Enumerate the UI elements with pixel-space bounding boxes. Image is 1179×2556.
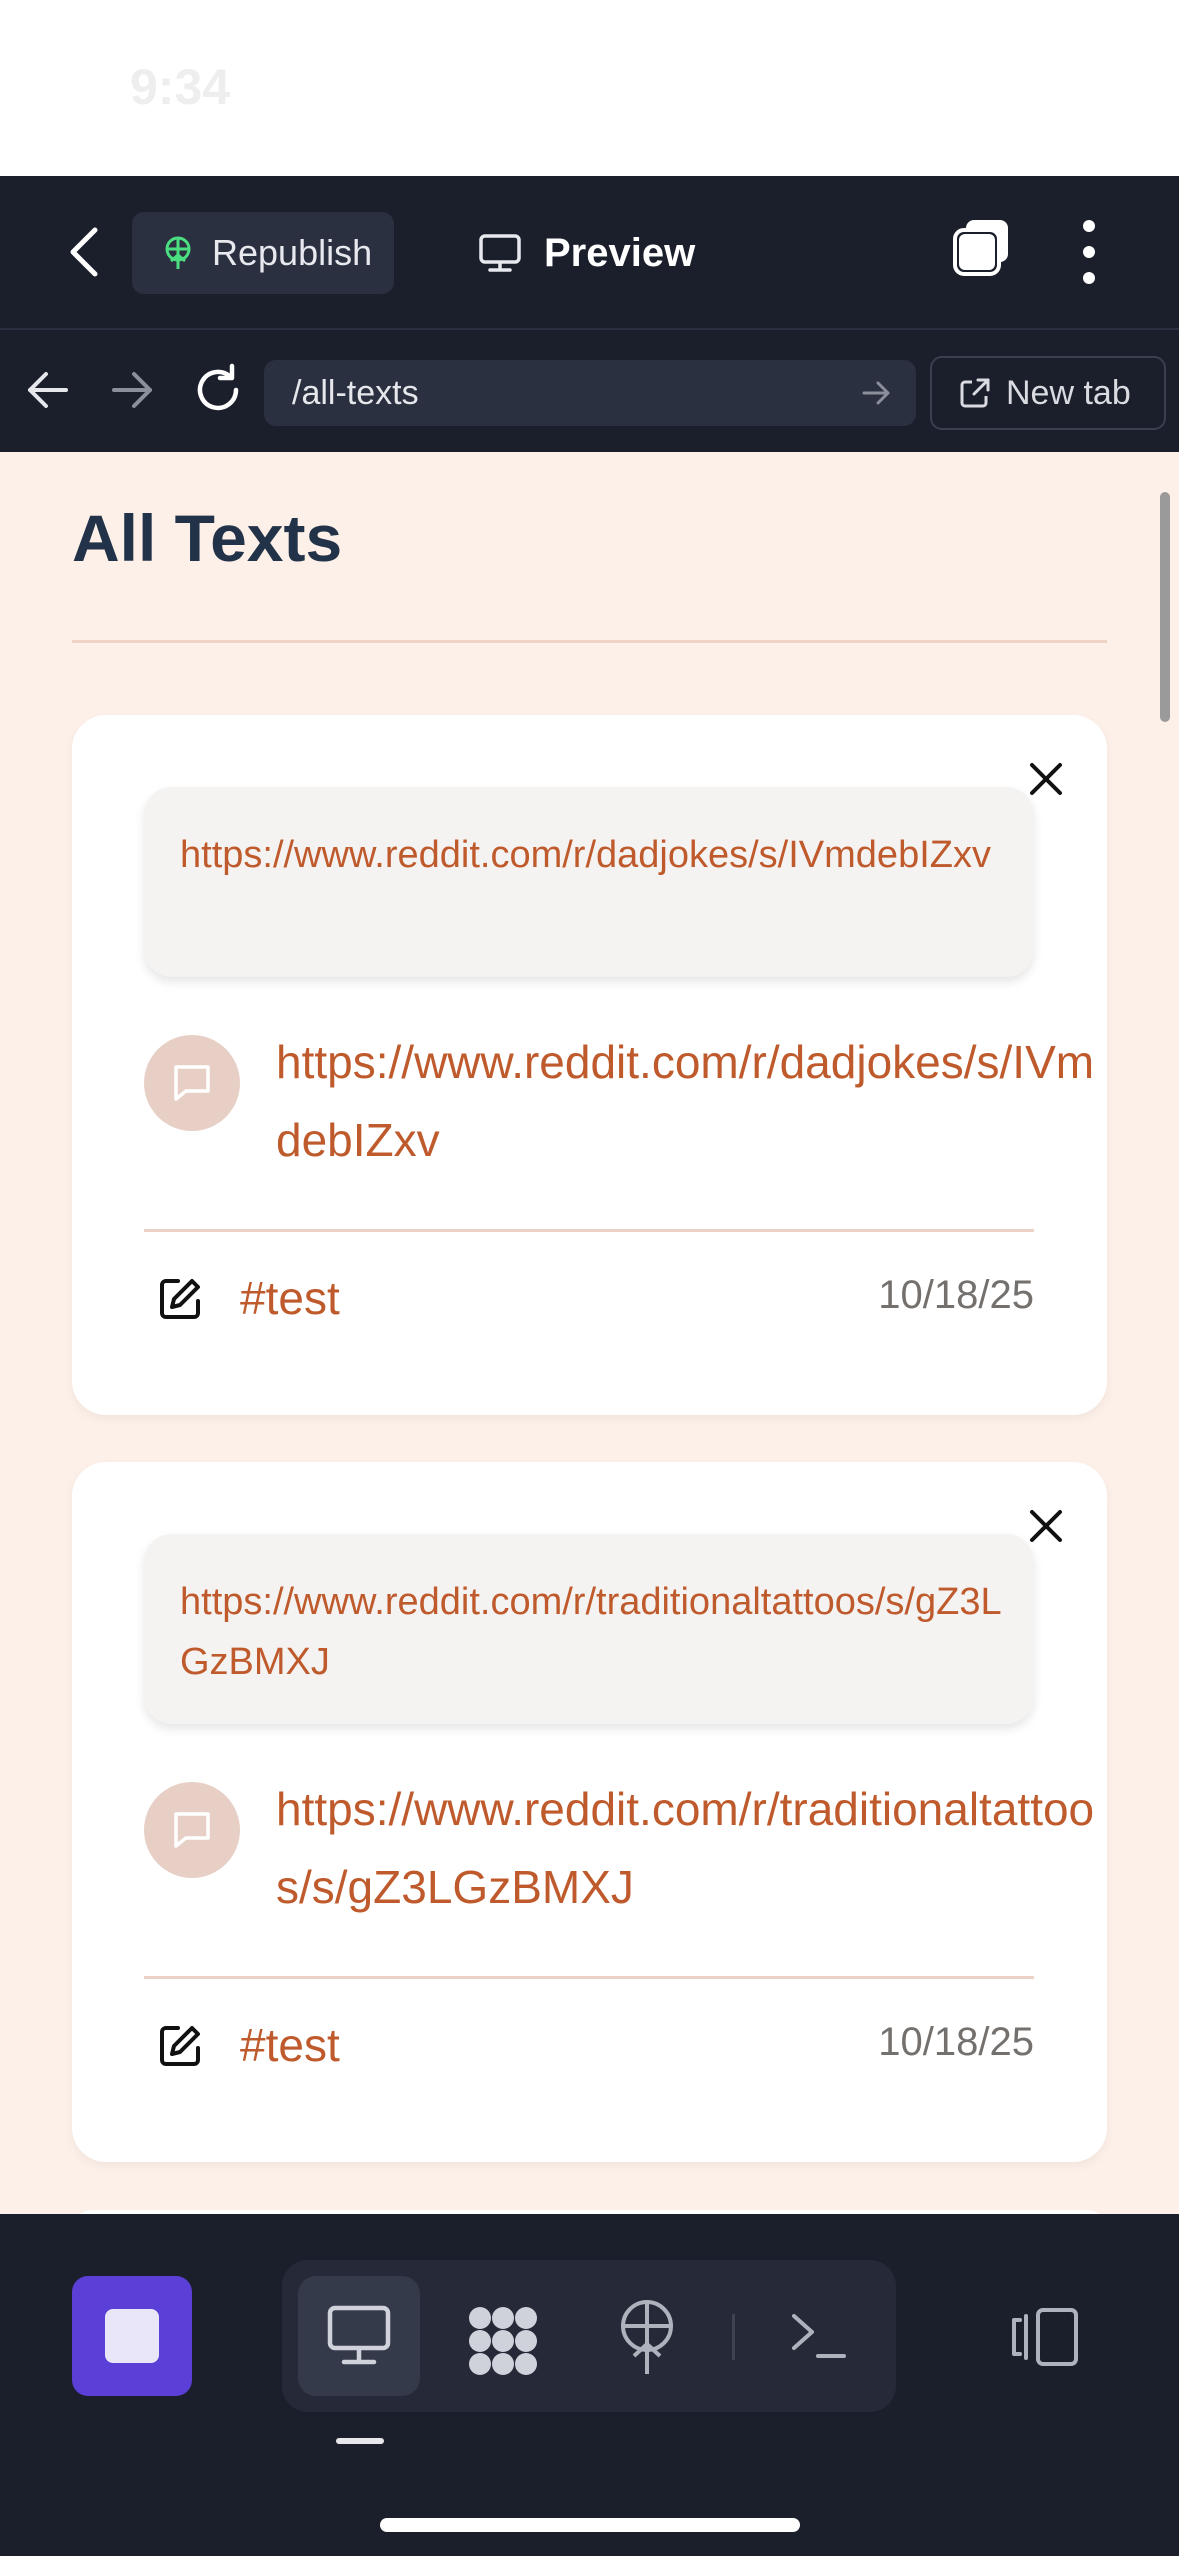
avatar	[144, 1035, 240, 1131]
card-divider	[144, 1229, 1034, 1232]
new-tab-label: New tab	[1006, 373, 1131, 412]
more-options-button[interactable]	[1068, 216, 1110, 288]
comment-icon	[174, 1065, 210, 1101]
active-mode-indicator	[336, 2438, 384, 2444]
url-field[interactable]: /all-texts	[264, 360, 916, 426]
quote-box: https://www.reddit.com/r/traditionaltatt…	[144, 1534, 1034, 1724]
text-body[interactable]: https://www.reddit.com/r/traditionaltatt…	[276, 1770, 1106, 1926]
reload-button[interactable]	[190, 362, 246, 418]
apps-mode-button[interactable]	[466, 2304, 540, 2378]
comment-icon	[174, 1812, 210, 1848]
tag-link[interactable]: #test	[240, 2018, 340, 2072]
page-title: All Texts	[72, 501, 343, 575]
text-card: https://www.reddit.com/r/traditionaltatt…	[72, 1462, 1107, 2162]
stop-button[interactable]	[72, 2276, 192, 2396]
republish-button[interactable]: Republish	[132, 212, 394, 294]
title-divider	[72, 640, 1107, 643]
quote-text: https://www.reddit.com/r/dadjokes/s/IVmd…	[180, 834, 991, 876]
close-icon[interactable]	[1022, 755, 1070, 803]
terminal-mode-button[interactable]	[790, 2310, 846, 2362]
scrollbar[interactable]	[1160, 492, 1170, 722]
side-panel-icon	[1012, 2308, 1078, 2366]
republish-label: Republish	[212, 232, 373, 273]
top-toolbar: Republish Preview	[0, 176, 1179, 328]
chevron-left-icon	[70, 227, 98, 277]
monitor-icon	[479, 234, 521, 272]
arrow-right-icon	[112, 372, 152, 408]
terminal-icon	[792, 2314, 846, 2358]
apps-grid-icon	[469, 2307, 537, 2375]
reload-icon	[197, 363, 239, 411]
close-icon[interactable]	[1022, 1502, 1070, 1550]
edit-icon[interactable]	[156, 2022, 204, 2070]
external-link-icon	[960, 378, 990, 408]
new-tab-button[interactable]: New tab	[930, 356, 1166, 430]
arrow-left-icon	[28, 372, 68, 408]
nav-back-button[interactable]	[22, 364, 74, 416]
publish-tree-icon	[621, 2300, 673, 2374]
copy-icon	[953, 220, 1008, 276]
publish-mode-button[interactable]	[616, 2300, 678, 2376]
side-panel-button[interactable]	[1010, 2306, 1080, 2368]
desktop-mode-button[interactable]	[298, 2276, 420, 2396]
nav-forward-button[interactable]	[106, 364, 158, 416]
monitor-icon	[327, 2305, 391, 2365]
preview-label: Preview	[544, 230, 696, 275]
status-time: 9:34	[130, 59, 231, 115]
stop-icon	[105, 2309, 159, 2363]
home-indicator[interactable]	[380, 2518, 800, 2532]
avatar	[144, 1782, 240, 1878]
quote-text: https://www.reddit.com/r/traditionaltatt…	[180, 1581, 1002, 1683]
card-date: 10/18/25	[878, 2020, 1034, 2064]
back-button[interactable]	[55, 214, 115, 290]
preview-button[interactable]: Preview	[478, 212, 738, 294]
url-text: /all-texts	[292, 373, 419, 412]
quote-box: https://www.reddit.com/r/dadjokes/s/IVmd…	[144, 787, 1034, 977]
browser-bar: /all-texts New tab	[0, 328, 1179, 452]
edit-icon[interactable]	[156, 1275, 204, 1323]
publish-tree-icon	[165, 236, 191, 269]
vertical-ellipsis-icon	[1083, 220, 1095, 284]
copy-button[interactable]	[950, 216, 1014, 280]
mode-divider	[732, 2314, 735, 2360]
card-date: 10/18/25	[878, 1273, 1034, 1317]
tag-link[interactable]: #test	[240, 1271, 340, 1325]
text-card: https://www.reddit.com/r/dadjokes/s/IVmd…	[72, 715, 1107, 1415]
text-body[interactable]: https://www.reddit.com/r/dadjokes/s/IVmd…	[276, 1023, 1106, 1179]
go-arrow-icon[interactable]	[858, 375, 894, 411]
card-divider	[144, 1976, 1034, 1979]
status-bar: 9:34	[0, 0, 1179, 176]
